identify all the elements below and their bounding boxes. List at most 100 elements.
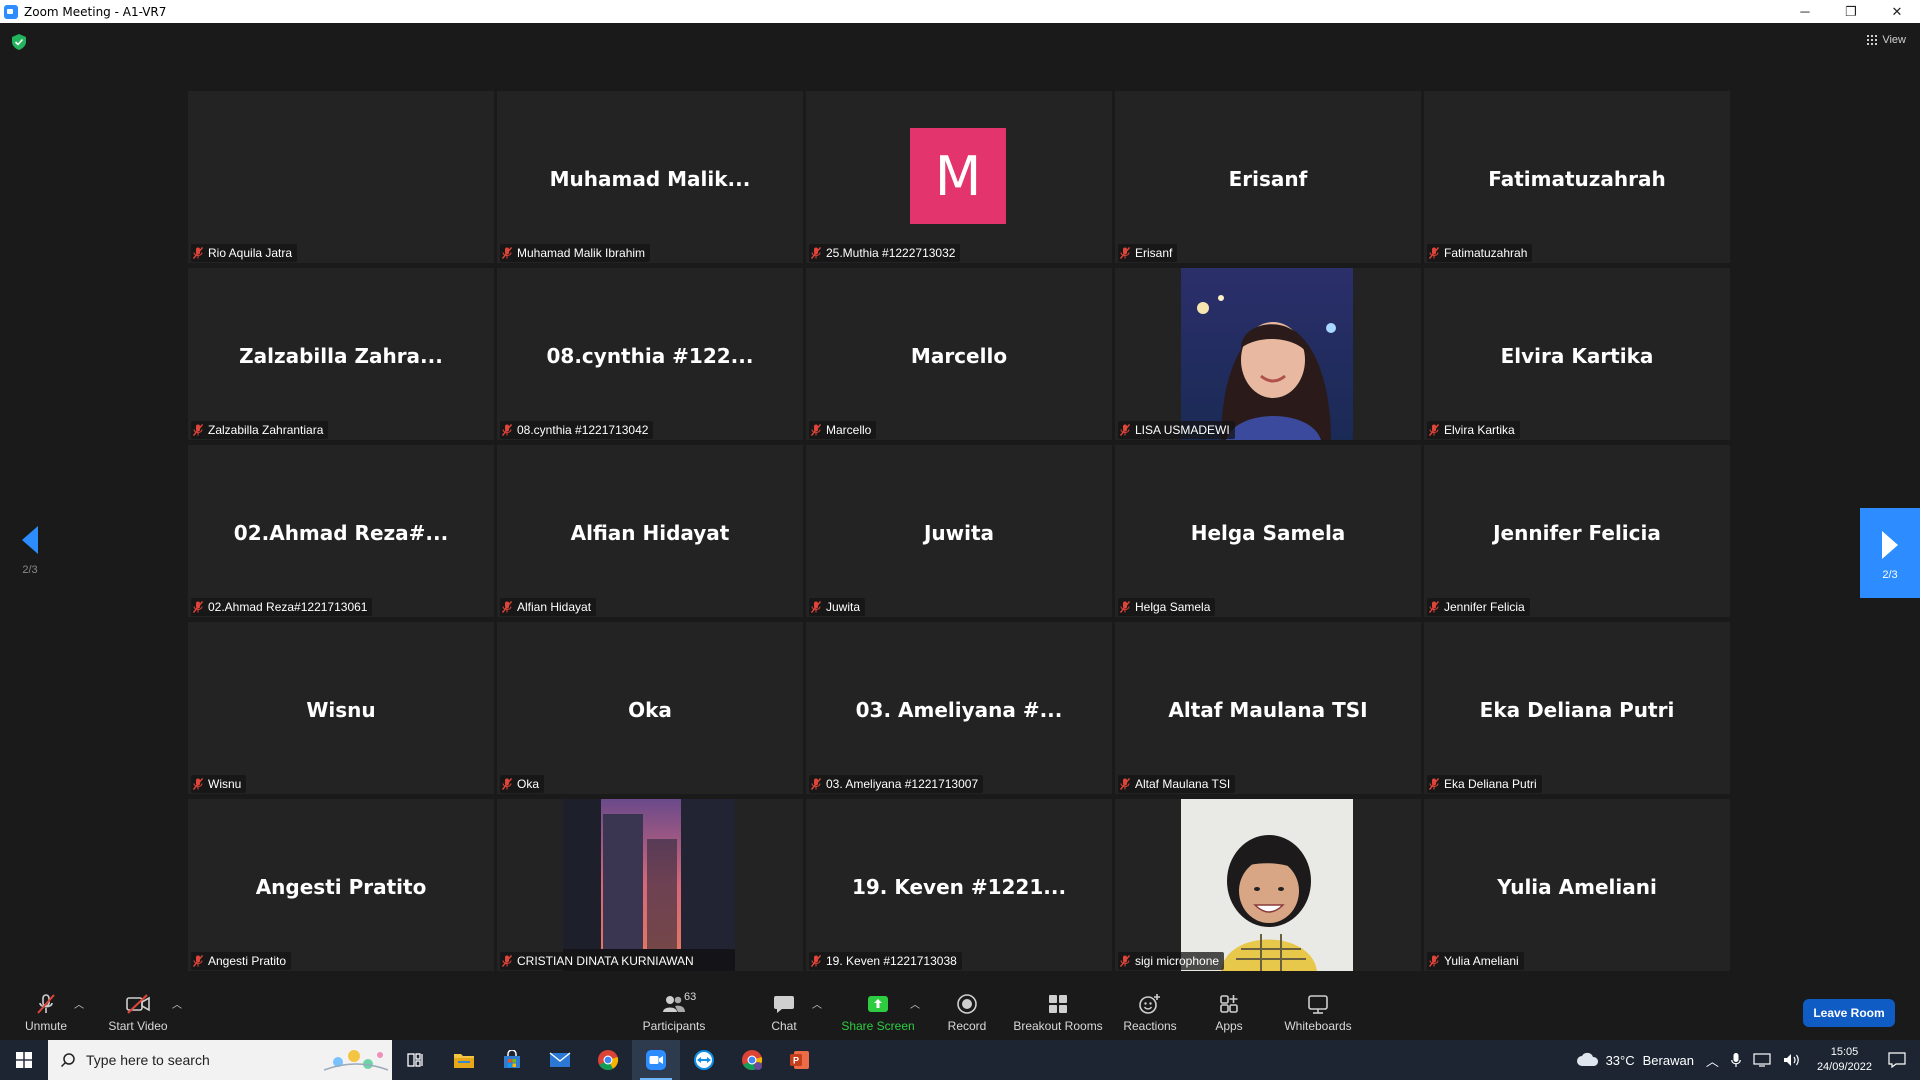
participant-name: LISA USMADEWI [1135, 423, 1230, 437]
breakout-rooms-icon [1047, 993, 1069, 1015]
taskbar-search-box[interactable]: Type here to search [48, 1040, 392, 1080]
participant-tile[interactable]: Zalzabilla Zahra... Zalzabilla Zahrantiar… [188, 268, 494, 440]
meeting-toolbar: Unmute ︿ Start Video ︿ 63 Participants C… [0, 980, 1920, 1040]
participant-photo-cristian [563, 799, 735, 971]
participant-tile[interactable]: Eka Deliana Putri Eka Deliana Putri [1424, 622, 1730, 794]
participant-name-label: Wisnu [191, 775, 247, 793]
participant-tile[interactable]: M 25.Muthia #1222713032 [806, 91, 1112, 263]
participant-name: 08.cynthia #1221713042 [517, 423, 649, 437]
whiteboards-label: Whiteboards [1284, 1019, 1352, 1033]
show-hidden-icons-icon[interactable]: ︿ [1706, 1051, 1719, 1070]
notifications-icon[interactable] [1888, 1052, 1906, 1068]
minimize-button[interactable]: ─ [1782, 0, 1828, 23]
search-icon [60, 1053, 75, 1068]
participant-tile[interactable]: Yulia Ameliani Yulia Ameliani [1424, 799, 1730, 971]
chat-options-caret[interactable]: ︿ [812, 996, 822, 1011]
teamviewer-icon[interactable] [680, 1040, 728, 1080]
view-button[interactable]: View [1867, 34, 1906, 46]
network-icon[interactable] [1753, 1053, 1771, 1067]
muted-mic-icon [811, 601, 821, 613]
muted-mic-icon [1429, 424, 1439, 436]
apps-button[interactable]: Apps [1214, 980, 1244, 1040]
participant-tile[interactable]: Helga Samela Helga Samela [1115, 445, 1421, 617]
participant-tile[interactable]: Muhamad Malik... Muhamad Malik Ibrahim [497, 91, 803, 263]
weather-temperature: 33°C [1605, 1052, 1635, 1068]
participant-tile[interactable]: 08.cynthia #122... 08.cynthia #1221713042 [497, 268, 803, 440]
security-shield-icon[interactable] [12, 34, 26, 50]
participants-button[interactable]: 63 Participants [640, 980, 708, 1040]
clock[interactable]: 15:05 24/09/2022 [1817, 1045, 1872, 1075]
participant-name: Altaf Maulana TSI [1135, 777, 1231, 791]
view-label: View [1882, 34, 1906, 46]
close-button[interactable]: ✕ [1874, 0, 1920, 23]
restore-button[interactable]: ❐ [1828, 0, 1874, 23]
record-icon [956, 993, 978, 1015]
task-view-icon[interactable] [392, 1040, 440, 1080]
weather-widget[interactable]: 33°C Berawan [1576, 1052, 1694, 1068]
muted-mic-icon [1120, 601, 1130, 613]
muted-mic-icon [1120, 955, 1130, 967]
muted-mic-icon [1120, 424, 1130, 436]
participant-tile[interactable]: Erisanf Erisanf [1115, 91, 1421, 263]
participant-tile[interactable]: CRISTIAN DINATA KURNIAWAN [497, 799, 803, 971]
participant-name-label: Fatimatuzahrah [1427, 244, 1533, 262]
share-options-caret[interactable]: ︿ [910, 996, 920, 1011]
participant-name-label: 03. Ameliyana #1221713007 [809, 775, 984, 793]
record-button[interactable]: Record [946, 980, 988, 1040]
file-explorer-icon[interactable] [440, 1040, 488, 1080]
breakout-rooms-label: Breakout Rooms [1013, 1019, 1103, 1033]
whiteboard-icon [1307, 993, 1329, 1015]
participant-tile[interactable]: Wisnu Wisnu [188, 622, 494, 794]
participant-tile[interactable]: Altaf Maulana TSI Altaf Maulana TSI [1115, 622, 1421, 794]
participant-display-name: Wisnu [306, 698, 376, 722]
microsoft-store-icon[interactable] [488, 1040, 536, 1080]
participant-name: sigi microphone [1135, 954, 1220, 968]
participant-tile[interactable]: Juwita Juwita [806, 445, 1112, 617]
muted-mic-icon [1120, 247, 1130, 259]
start-button[interactable] [0, 1040, 48, 1080]
participant-tile[interactable]: Elvira Kartika Elvira Kartika [1424, 268, 1730, 440]
participant-tile[interactable]: Angesti Pratito Angesti Pratito [188, 799, 494, 971]
leave-room-button[interactable]: Leave Room [1803, 999, 1895, 1027]
start-video-button[interactable]: Start Video [106, 980, 170, 1040]
participant-name: 19. Keven #1221713038 [826, 954, 957, 968]
participant-tile[interactable]: 19. Keven #1221... 19. Keven #1221713038 [806, 799, 1112, 971]
window-titlebar: Zoom Meeting - A1-VR7 ─ ❐ ✕ [0, 0, 1920, 23]
zoom-taskbar-icon[interactable] [632, 1040, 680, 1080]
muted-mic-icon [1429, 601, 1439, 613]
participant-tile[interactable]: Rio Aquila Jatra [188, 91, 494, 263]
participant-display-name: Alfian Hidayat [570, 521, 730, 545]
chrome-profile-icon[interactable] [728, 1040, 776, 1080]
whiteboards-button[interactable]: Whiteboards [1282, 980, 1354, 1040]
mail-icon[interactable] [536, 1040, 584, 1080]
volume-icon[interactable] [1783, 1053, 1801, 1067]
participant-tile[interactable]: Jennifer Felicia Jennifer Felicia [1424, 445, 1730, 617]
participant-display-name: Angesti Pratito [255, 875, 427, 899]
participant-tile[interactable]: 02.Ahmad Reza#... 02.Ahmad Reza#122171306… [188, 445, 494, 617]
participant-tile[interactable]: Marcello Marcello [806, 268, 1112, 440]
video-off-icon [125, 993, 151, 1015]
audio-options-caret[interactable]: ︿ [74, 996, 84, 1011]
muted-mic-icon [1120, 778, 1130, 790]
participant-display-name: Fatimatuzahrah [1488, 167, 1666, 191]
chat-button[interactable]: Chat [766, 980, 802, 1040]
participant-tile[interactable]: LISA USMADEWI [1115, 268, 1421, 440]
unmute-button[interactable]: Unmute [22, 980, 70, 1040]
muted-mic-icon [193, 778, 203, 790]
microphone-tray-icon[interactable] [1731, 1052, 1741, 1068]
participant-tile[interactable]: sigi microphone [1115, 799, 1421, 971]
participant-tile[interactable]: Oka Oka [497, 622, 803, 794]
video-options-caret[interactable]: ︿ [172, 996, 182, 1011]
participant-tile[interactable]: Fatimatuzahrah Fatimatuzahrah [1424, 91, 1730, 263]
previous-page-button[interactable]: 2/3 [18, 516, 42, 586]
reactions-button[interactable]: Reactions [1122, 980, 1178, 1040]
participant-tile[interactable]: Alfian Hidayat Alfian Hidayat [497, 445, 803, 617]
participant-display-name: Muhamad Malik... [549, 167, 751, 191]
right-page-indicator: 2/3 [1882, 569, 1898, 581]
powerpoint-icon[interactable]: P [776, 1040, 824, 1080]
breakout-rooms-button[interactable]: Breakout Rooms [1013, 980, 1103, 1040]
chrome-icon[interactable] [584, 1040, 632, 1080]
participant-tile[interactable]: 03. Ameliyana #... 03. Ameliyana #1221713… [806, 622, 1112, 794]
next-page-button[interactable]: 2/3 [1860, 508, 1920, 598]
share-screen-button[interactable]: Share Screen [841, 980, 915, 1040]
